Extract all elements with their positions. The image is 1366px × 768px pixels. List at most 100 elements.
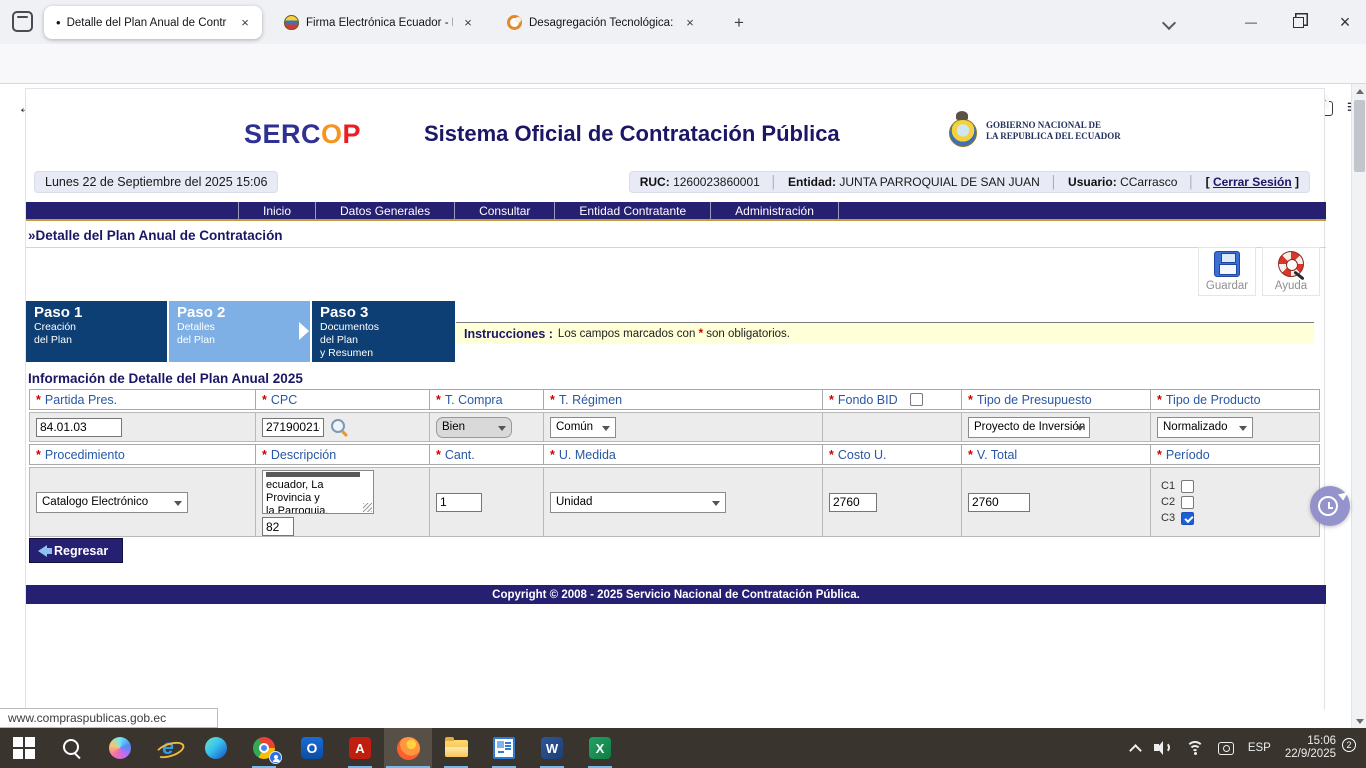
header-cant: *Cant. [429,444,544,465]
header-procedimiento: *Procedimiento [29,444,256,465]
tray-chevron-up-icon[interactable] [1130,743,1140,753]
umedida-select[interactable]: Unidad [550,492,726,513]
periodo-c2-checkbox[interactable] [1181,496,1194,509]
tab-detalle-plan[interactable]: • Detalle del Plan Anual de Contr [44,6,262,39]
step-2-active[interactable]: Paso 2 Detalles del Plan [169,301,310,362]
fondo-bid-checkbox[interactable] [910,393,923,406]
volume-icon[interactable] [1154,740,1172,756]
window-close-button[interactable] [1330,10,1360,34]
start-button[interactable] [0,728,48,768]
taskbar-word[interactable]: W [528,728,576,768]
logout-link[interactable]: Cerrar Sesión [1213,175,1292,189]
taskbar-copilot[interactable] [96,728,144,768]
taskbar-search-button[interactable] [48,728,96,768]
guardar-button[interactable]: Guardar [1198,247,1256,296]
ayuda-button[interactable]: Ayuda [1262,247,1320,296]
taskbar-file-explorer[interactable] [432,728,480,768]
costo-input[interactable] [829,493,877,512]
descripcion-code-input[interactable] [262,517,294,536]
nav-item-administracion[interactable]: Administración [710,202,839,219]
clock-icon [1318,496,1338,516]
header-partida: *Partida Pres. [29,389,256,410]
taskbar-firefox-active[interactable] [384,728,432,768]
ayuda-label: Ayuda [1275,280,1307,292]
copilot-icon [109,737,131,759]
nav-item-inicio[interactable]: Inicio [238,202,315,219]
windows-logo-icon [13,737,35,759]
system-tray: ESP 15:06 22/9/2025 2 [1130,728,1366,768]
government-emblem: GOBIERNO NACIONAL DE LA REPUBLICA DEL EC… [946,111,1121,151]
window-minimize-button[interactable] [1236,10,1266,34]
cpc-input[interactable] [262,418,324,437]
tab-title: Desagregación Tecnológica: Cál [529,17,675,29]
tab-close-icon[interactable] [681,14,699,32]
tipo-producto-select[interactable]: Normalizado [1157,417,1253,438]
wifi-icon[interactable] [1186,741,1204,755]
edge-icon [205,737,227,759]
procedimiento-select[interactable]: Catalogo Electrónico [36,492,188,513]
taskbar-internet-explorer[interactable] [144,728,192,768]
nav-item-datos-generales[interactable]: Datos Generales [315,202,454,219]
periodo-c3-checkbox[interactable] [1181,512,1194,525]
header-tipo-producto: *Tipo de Producto [1150,389,1320,410]
tab-close-icon[interactable] [236,14,254,32]
regresar-button[interactable]: Regresar [29,538,123,563]
tcompra-select[interactable]: Bien [436,417,512,438]
nav-item-consultar[interactable]: Consultar [454,202,554,219]
new-tab-button[interactable] [728,12,750,34]
language-indicator[interactable]: ESP [1248,742,1271,754]
tab-firma-electronica[interactable]: Firma Electrónica Ecuador - Firm [272,6,485,39]
wizard-steps: Paso 1 Creación del Plan Paso 2 Detalles… [26,301,455,362]
header-periodo: *Período [1150,444,1320,465]
tregimen-select[interactable]: Común [550,417,616,438]
tipo-presupuesto-select[interactable]: Proyecto de Inversión [968,417,1090,438]
step-3[interactable]: Paso 3 Documentos del Plan y Resumen [312,301,455,362]
taskbar-excel[interactable]: X [576,728,624,768]
tray-date: 22/9/2025 [1285,748,1336,762]
tab-title: Detalle del Plan Anual de Contr [67,17,230,29]
partida-input[interactable] [36,418,122,437]
taskbar-image-app[interactable] [480,728,528,768]
logout-bracket: [ [1206,175,1210,189]
taskbar-edge[interactable] [192,728,240,768]
page-title: »Detalle del Plan Anual de Contratación [28,228,283,243]
tab-desagregacion[interactable]: Desagregación Tecnológica: Cál [495,6,707,39]
periodo-c1-label: C1 [1161,480,1175,492]
periodo-c1-checkbox[interactable] [1181,480,1194,493]
windows-taskbar: O A W X ESP 15:06 22/9/2025 2 [0,728,1366,768]
scrollbar-down-arrow[interactable] [1352,714,1366,728]
main-navigation: Inicio Datos Generales Consultar Entidad… [26,202,1326,221]
guardar-label: Guardar [1206,280,1248,292]
display-tray-icon[interactable] [1218,742,1234,755]
taskbar-acrobat[interactable]: A [336,728,384,768]
descripcion-textarea[interactable]: ecuador, La Provincia y la Parroquia. [262,470,374,514]
instructions-label: Instrucciones : [464,327,553,341]
gov-line1: GOBIERNO NACIONAL DE [986,120,1121,131]
rocket-flame-icon [1338,489,1350,501]
header-umedida: *U. Medida [543,444,823,465]
page-scrollbar[interactable] [1351,84,1366,728]
taskbar-chrome[interactable] [240,728,288,768]
page-content: SERCOP Sistema Oficial de Contratación P… [25,88,1325,710]
floating-timer-bubble[interactable] [1310,486,1350,526]
scrollbar-thumb[interactable] [1354,100,1365,172]
tab-close-icon[interactable] [459,14,477,32]
clock-display[interactable]: 15:06 22/9/2025 [1285,735,1336,762]
firefox-view-icon[interactable] [12,11,33,32]
header-tipo-presupuesto: *Tipo de Presupuesto [961,389,1151,410]
help-lifebuoy-icon [1278,251,1304,277]
back-arrow-icon [38,545,47,557]
header-costo: *Costo U. [822,444,962,465]
scrollbar-up-arrow[interactable] [1352,84,1366,98]
window-restore-button[interactable] [1283,10,1313,34]
divider [26,247,1326,248]
taskbar-outlook[interactable]: O [288,728,336,768]
nav-item-entidad-contratante[interactable]: Entidad Contratante [554,202,710,219]
tab-list-chevron-icon[interactable] [1158,12,1180,32]
periodo-c3-label: C3 [1161,512,1175,524]
vtotal-input[interactable] [968,493,1030,512]
step-arrow-icon [299,322,309,340]
step-1[interactable]: Paso 1 Creación del Plan [26,301,167,362]
cpc-search-magnifier-icon[interactable] [330,418,348,436]
cantidad-input[interactable] [436,493,482,512]
